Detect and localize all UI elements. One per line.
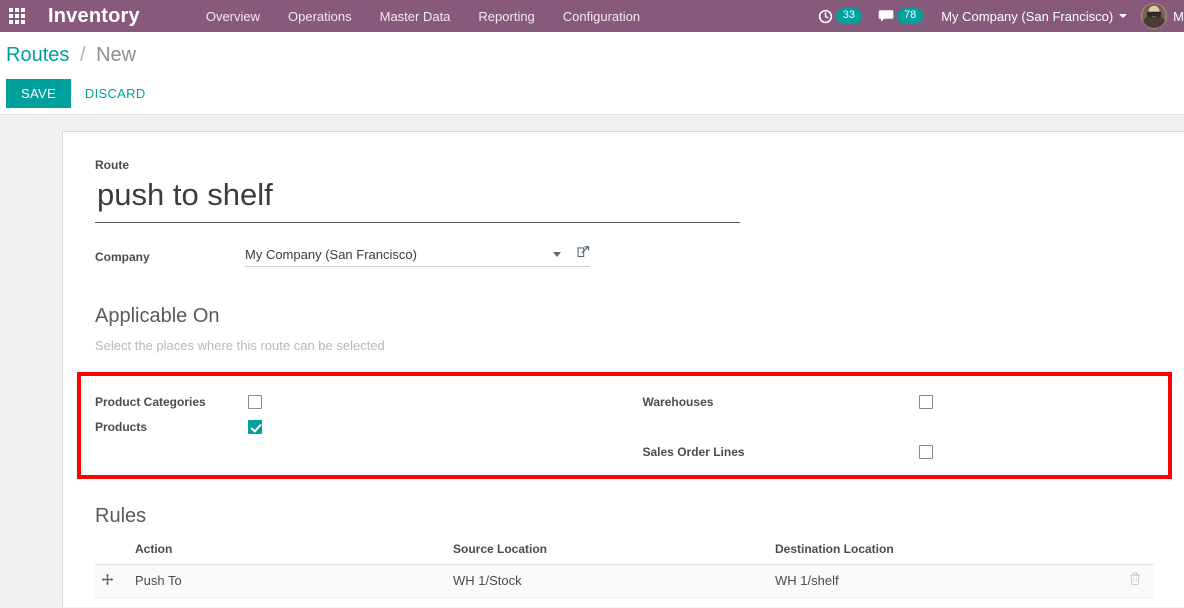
company-field-label: Company [95,250,150,264]
warehouses-checkbox[interactable] [918,394,933,409]
activities-count-badge: 33 [835,8,862,24]
add-a-line-button[interactable]: Add a line [95,598,159,607]
company-input[interactable] [245,246,553,262]
save-button[interactable]: SAVE [6,79,71,108]
navbar-right-tools: 33 78 My Company (San Francisco) M [810,0,1184,32]
control-panel-buttons: SAVE DISCARD [0,79,1184,108]
route-title-wrapper [95,177,740,223]
product-categories-checkbox[interactable] [248,394,262,409]
rule-destination-location-cell[interactable]: WH 1/shelf [769,564,1114,598]
warehouses-label: Warehouses [642,394,714,409]
avatar[interactable] [1141,3,1168,29]
menu-item-reporting[interactable]: Reporting [464,3,548,30]
breadcrumb-separator: / [79,44,86,66]
source-location-column-header: Source Location [447,542,769,565]
rules-table-body: Push To WH 1/Stock WH 1/shelf [95,564,1154,598]
applicable-on-subtitle: Select the places where this route can b… [95,338,385,353]
rules-table-head: Action Source Location Destination Locat… [95,542,1154,565]
apps-menu-button[interactable] [0,0,34,32]
products-row: Products [95,414,605,439]
destination-location-column-header: Destination Location [769,542,1114,565]
chevron-down-icon[interactable] [553,251,561,257]
drag-handle-icon[interactable] [101,573,114,589]
route-field-label: Route [95,158,129,172]
menu-item-overview[interactable]: Overview [192,3,274,30]
products-label: Products [95,419,148,434]
applicable-on-right-column: Warehouses Sales Order Lines [605,389,1153,464]
trash-icon[interactable] [1129,572,1141,588]
route-name-input[interactable] [95,177,740,223]
main-menu: Overview Operations Master Data Reportin… [192,3,654,30]
messages-button[interactable]: 78 [870,8,931,24]
delete-column-header [1114,542,1154,565]
applicable-on-highlight-box: Product Categories Products Warehouses S [77,372,1172,479]
company-switcher[interactable]: My Company (San Francisco) [931,9,1137,24]
menu-item-master-data[interactable]: Master Data [366,3,465,30]
rules-title: Rules [95,505,147,527]
rule-delete-cell[interactable] [1114,564,1154,598]
rule-source-location-cell[interactable]: WH 1/Stock [447,564,769,598]
handle-column-header [95,542,129,565]
app-brand-title[interactable]: Inventory [48,5,140,28]
chat-bubble-icon [878,9,894,23]
discard-button[interactable]: DISCARD [71,79,160,108]
chevron-down-icon [1119,14,1128,18]
table-row[interactable]: Push To WH 1/Stock WH 1/shelf [95,564,1154,598]
action-column-header: Action [129,542,447,565]
products-checkbox[interactable] [248,419,262,434]
company-switcher-label: My Company (San Francisco) [941,8,1114,24]
rules-table: Action Source Location Destination Locat… [95,542,1154,598]
clock-icon [818,9,833,24]
user-menu-label[interactable]: M [1173,9,1184,24]
breadcrumb-item-routes[interactable]: Routes [6,44,69,66]
rule-action-cell[interactable]: Push To [129,564,447,598]
sales-order-lines-label: Sales Order Lines [642,444,745,459]
company-field[interactable] [245,245,590,267]
messages-count-badge: 78 [896,8,924,24]
applicable-on-left-column: Product Categories Products [95,389,605,464]
external-link-icon[interactable] [577,245,590,263]
breadcrumb: Routes / New [0,41,1184,69]
activities-button[interactable]: 33 [810,8,870,24]
rules-header-row: Action Source Location Destination Locat… [95,542,1154,565]
sales-order-lines-checkbox[interactable] [918,444,933,459]
control-panel: Routes / New SAVE DISCARD [0,32,1184,115]
warehouses-row: Warehouses [643,389,1153,414]
menu-item-configuration[interactable]: Configuration [549,3,654,30]
breadcrumb-item-current: New [96,44,137,66]
product-categories-row: Product Categories [95,389,605,414]
apps-grid-icon [9,8,25,24]
product-categories-label: Product Categories [95,394,206,409]
sales-order-lines-row: Sales Order Lines [643,439,1153,464]
company-field-row: Company [95,245,1154,267]
row-drag-cell[interactable] [95,564,129,598]
applicable-on-title: Applicable On [95,305,220,327]
top-navbar: Inventory Overview Operations Master Dat… [0,0,1184,32]
menu-item-operations[interactable]: Operations [274,3,366,30]
form-view-background: Route Company Applicable On Select the p… [0,115,1184,607]
form-sheet: Route Company Applicable On Select the p… [62,131,1184,607]
